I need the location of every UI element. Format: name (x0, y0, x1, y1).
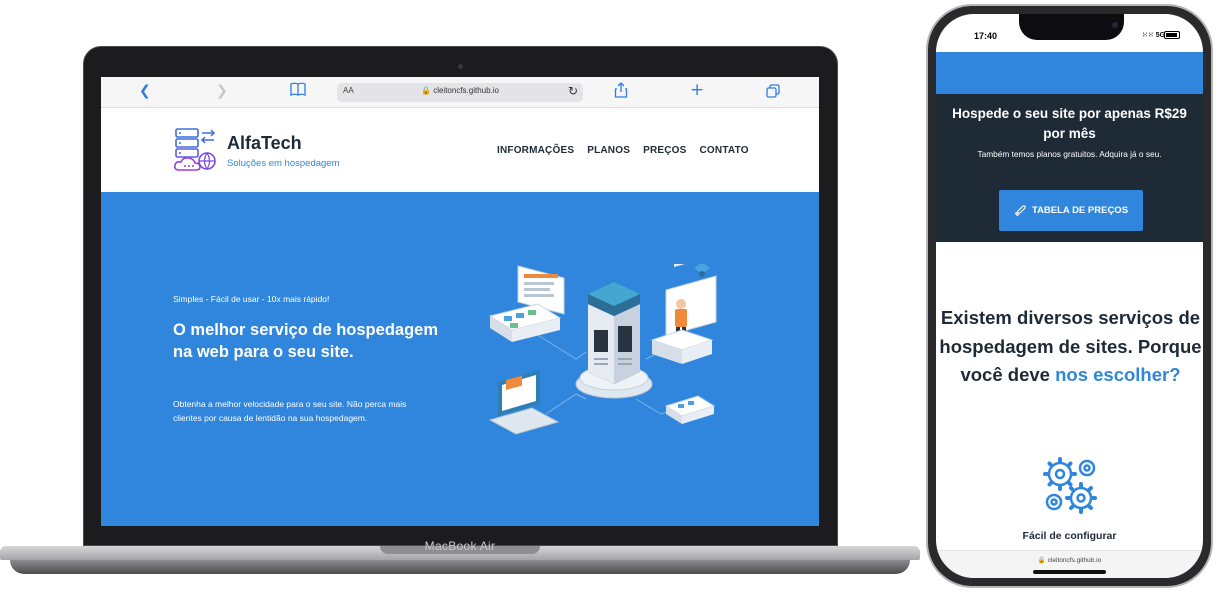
server-cloud-logo-icon (174, 128, 216, 171)
address-bar[interactable]: AA 🔒 cleitoncfs.github.io ↻ (337, 83, 583, 102)
server-isometric-illustration (488, 264, 717, 435)
mobile-header-band (936, 52, 1203, 94)
nav-informacoes[interactable]: INFORMAÇÕES (497, 145, 574, 156)
hero-description: Obtenha a melhor velocidade para o seu s… (173, 399, 407, 423)
chevron-left-icon[interactable]: ❮ (139, 83, 151, 99)
why-choose-heading: Existem diversos serviços de hospedagem … (938, 304, 1203, 390)
laptop-model-label: MacBook Air (424, 539, 496, 553)
phone-screen: 17:40 ⁙⁙ 5G Hospede o seu site por apena… (936, 14, 1203, 578)
laptop-camera (458, 64, 463, 69)
browser-toolbar: ❮ ❯ AA 🔒 cleitoncfs.github.io ↻ + (101, 77, 819, 108)
site-header: AlfaTech Soluções em hospedagem INFORMAÇ… (101, 109, 819, 192)
phone-frame: 17:40 ⁙⁙ 5G Hospede o seu site por apena… (926, 4, 1213, 588)
pricing-table-button[interactable]: TABELA DE PREÇOS (999, 190, 1143, 231)
plus-icon[interactable]: + (690, 80, 704, 100)
hero-kicker: Simples - Fácil de usar - 10x mais rápid… (173, 294, 330, 304)
book-icon[interactable] (290, 82, 306, 100)
promo-title: Hospede o seu site por apenas R$29 por m… (952, 106, 1187, 141)
battery-icon (1164, 31, 1180, 39)
lock-icon: 🔒 (1037, 557, 1046, 564)
brand-name[interactable]: AlfaTech (227, 133, 302, 154)
rocket-icon (1014, 204, 1026, 216)
promo-section: Hospede o seu site por apenas R$29 por m… (936, 94, 1203, 242)
why-choose-highlight: nos escolher? (1055, 364, 1181, 385)
chevron-right-icon[interactable]: ❯ (216, 83, 228, 99)
hero-title: O melhor serviço de hospedagem na web pa… (173, 321, 438, 361)
main-nav: INFORMAÇÕES PLANOS PREÇOS CONTATO (497, 145, 749, 156)
home-indicator[interactable] (1033, 570, 1106, 574)
status-network: ⁙⁙ 5G (1142, 31, 1165, 39)
nav-contato[interactable]: CONTATO (700, 145, 749, 156)
mobile-url: 🔒 cleitoncfs.github.io (936, 556, 1203, 564)
phone-notch (1019, 14, 1124, 40)
status-time: 17:40 (974, 31, 998, 41)
feature-title: Fácil de configurar (1022, 530, 1117, 542)
laptop-screen: ❮ ❯ AA 🔒 cleitoncfs.github.io ↻ + AlfaTe… (101, 77, 819, 526)
reload-icon[interactable]: ↻ (568, 84, 578, 98)
mobile-address-bar[interactable]: 🔒 cleitoncfs.github.io (936, 550, 1203, 578)
address-url: 🔒 cleitoncfs.github.io (337, 86, 583, 95)
laptop-frame: ❮ ❯ AA 🔒 cleitoncfs.github.io ↻ + AlfaTe… (83, 46, 838, 546)
share-icon[interactable] (614, 82, 628, 102)
signal-icon: ⁙⁙ (1142, 32, 1154, 39)
promo-subtitle: Também temos planos gratuitos. Adquira j… (977, 149, 1162, 159)
nav-planos[interactable]: PLANOS (587, 145, 630, 156)
mobile-url-text: cleitoncfs.github.io (1047, 557, 1102, 564)
gears-icon (1043, 457, 1097, 514)
pricing-button-label: TABELA DE PREÇOS (1031, 205, 1129, 216)
phone-camera-icon (1112, 22, 1118, 28)
brand-tagline: Soluções em hospedagem (227, 158, 340, 169)
nav-precos[interactable]: PREÇOS (643, 145, 686, 156)
hero-section: Simples - Fácil de usar - 10x mais rápid… (101, 192, 819, 526)
laptop-base-bottom (10, 560, 910, 574)
url-text: cleitoncfs.github.io (433, 86, 500, 95)
lock-icon: 🔒 (420, 86, 431, 95)
tabs-icon[interactable] (766, 84, 780, 102)
